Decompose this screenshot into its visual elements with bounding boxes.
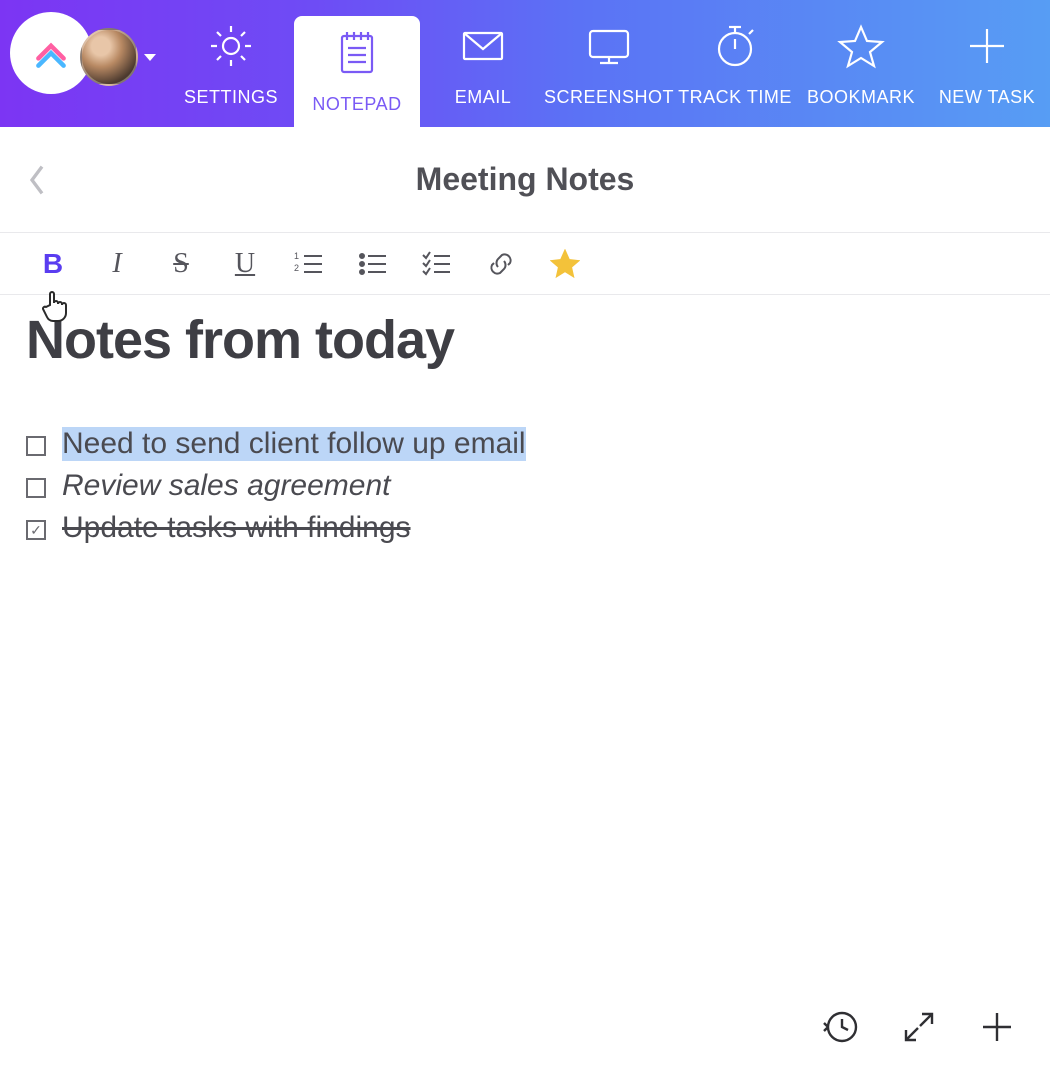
notepad-icon [332,28,382,78]
plus-icon [978,1008,1016,1046]
tab-label: NEW TASK [939,87,1035,108]
underline-button[interactable]: U [228,247,262,281]
bottom-action-bar [822,1008,1016,1046]
checkbox-checked-icon[interactable] [26,520,46,540]
screenshot-icon [584,21,634,71]
top-nav: SETTINGS NOTEPAD EMAIL SCREENSHOT [0,0,1050,127]
ordered-list-button[interactable]: 12 [292,247,326,281]
checklist-icon [422,249,452,279]
checkbox-unchecked-icon[interactable] [26,478,46,498]
checklist-item[interactable]: Need to send client follow up email [26,427,1024,461]
history-button[interactable] [822,1008,860,1046]
history-icon [822,1008,860,1046]
svg-text:2: 2 [294,263,299,273]
strikethrough-button[interactable]: S [164,247,198,281]
document-heading[interactable]: Notes from today [26,309,1024,371]
unordered-list-icon [358,249,388,279]
checklist-item-text[interactable]: Update tasks with findings [62,511,411,545]
tab-label: TRACK TIME [678,87,792,108]
user-avatar[interactable] [80,28,138,86]
tab-label: NOTEPAD [312,94,401,115]
ordered-list-icon: 12 [294,249,324,279]
expand-icon [900,1008,938,1046]
unordered-list-button[interactable] [356,247,390,281]
link-icon [486,249,516,279]
tab-settings[interactable]: SETTINGS [168,0,294,127]
expand-button[interactable] [900,1008,938,1046]
tab-screenshot[interactable]: SCREENSHOT [546,0,672,127]
tab-new-task[interactable]: NEW TASK [924,0,1050,127]
stopwatch-icon [710,21,760,71]
svg-text:1: 1 [294,251,299,261]
checklist-item-text[interactable]: Review sales agreement [62,469,391,503]
format-toolbar: B I S U 12 [0,233,1050,295]
star-filled-icon [550,249,580,279]
title-bar: Meeting Notes [0,127,1050,233]
italic-button[interactable]: I [100,247,134,281]
checkbox-unchecked-icon[interactable] [26,436,46,456]
gear-icon [206,21,256,71]
tab-notepad[interactable]: NOTEPAD [294,16,420,127]
tab-track-time[interactable]: TRACK TIME [672,0,798,127]
tab-label: SETTINGS [184,87,278,108]
checklist-item[interactable]: Review sales agreement [26,469,1024,503]
bold-button[interactable]: B [36,247,70,281]
checklist-button[interactable] [420,247,454,281]
clickup-logo-icon [33,35,69,71]
page-title: Meeting Notes [20,161,1030,198]
editor-body[interactable]: Notes from today Need to send client fol… [0,295,1050,567]
account-dropdown-caret-icon[interactable] [144,54,156,61]
email-icon [458,21,508,71]
tab-email[interactable]: EMAIL [420,0,546,127]
tab-bookmark[interactable]: BOOKMARK [798,0,924,127]
add-button[interactable] [978,1008,1016,1046]
tab-label: SCREENSHOT [544,87,674,108]
nav-tabs: SETTINGS NOTEPAD EMAIL SCREENSHOT [160,0,1050,127]
tab-label: EMAIL [455,87,512,108]
plus-icon [962,21,1012,71]
star-icon [836,21,886,71]
favorite-button[interactable] [548,247,582,281]
link-button[interactable] [484,247,518,281]
brand-cluster[interactable] [10,0,160,127]
tab-label: BOOKMARK [807,87,915,108]
checklist-item-text[interactable]: Need to send client follow up email [62,427,526,461]
checklist-item[interactable]: Update tasks with findings [26,511,1024,545]
